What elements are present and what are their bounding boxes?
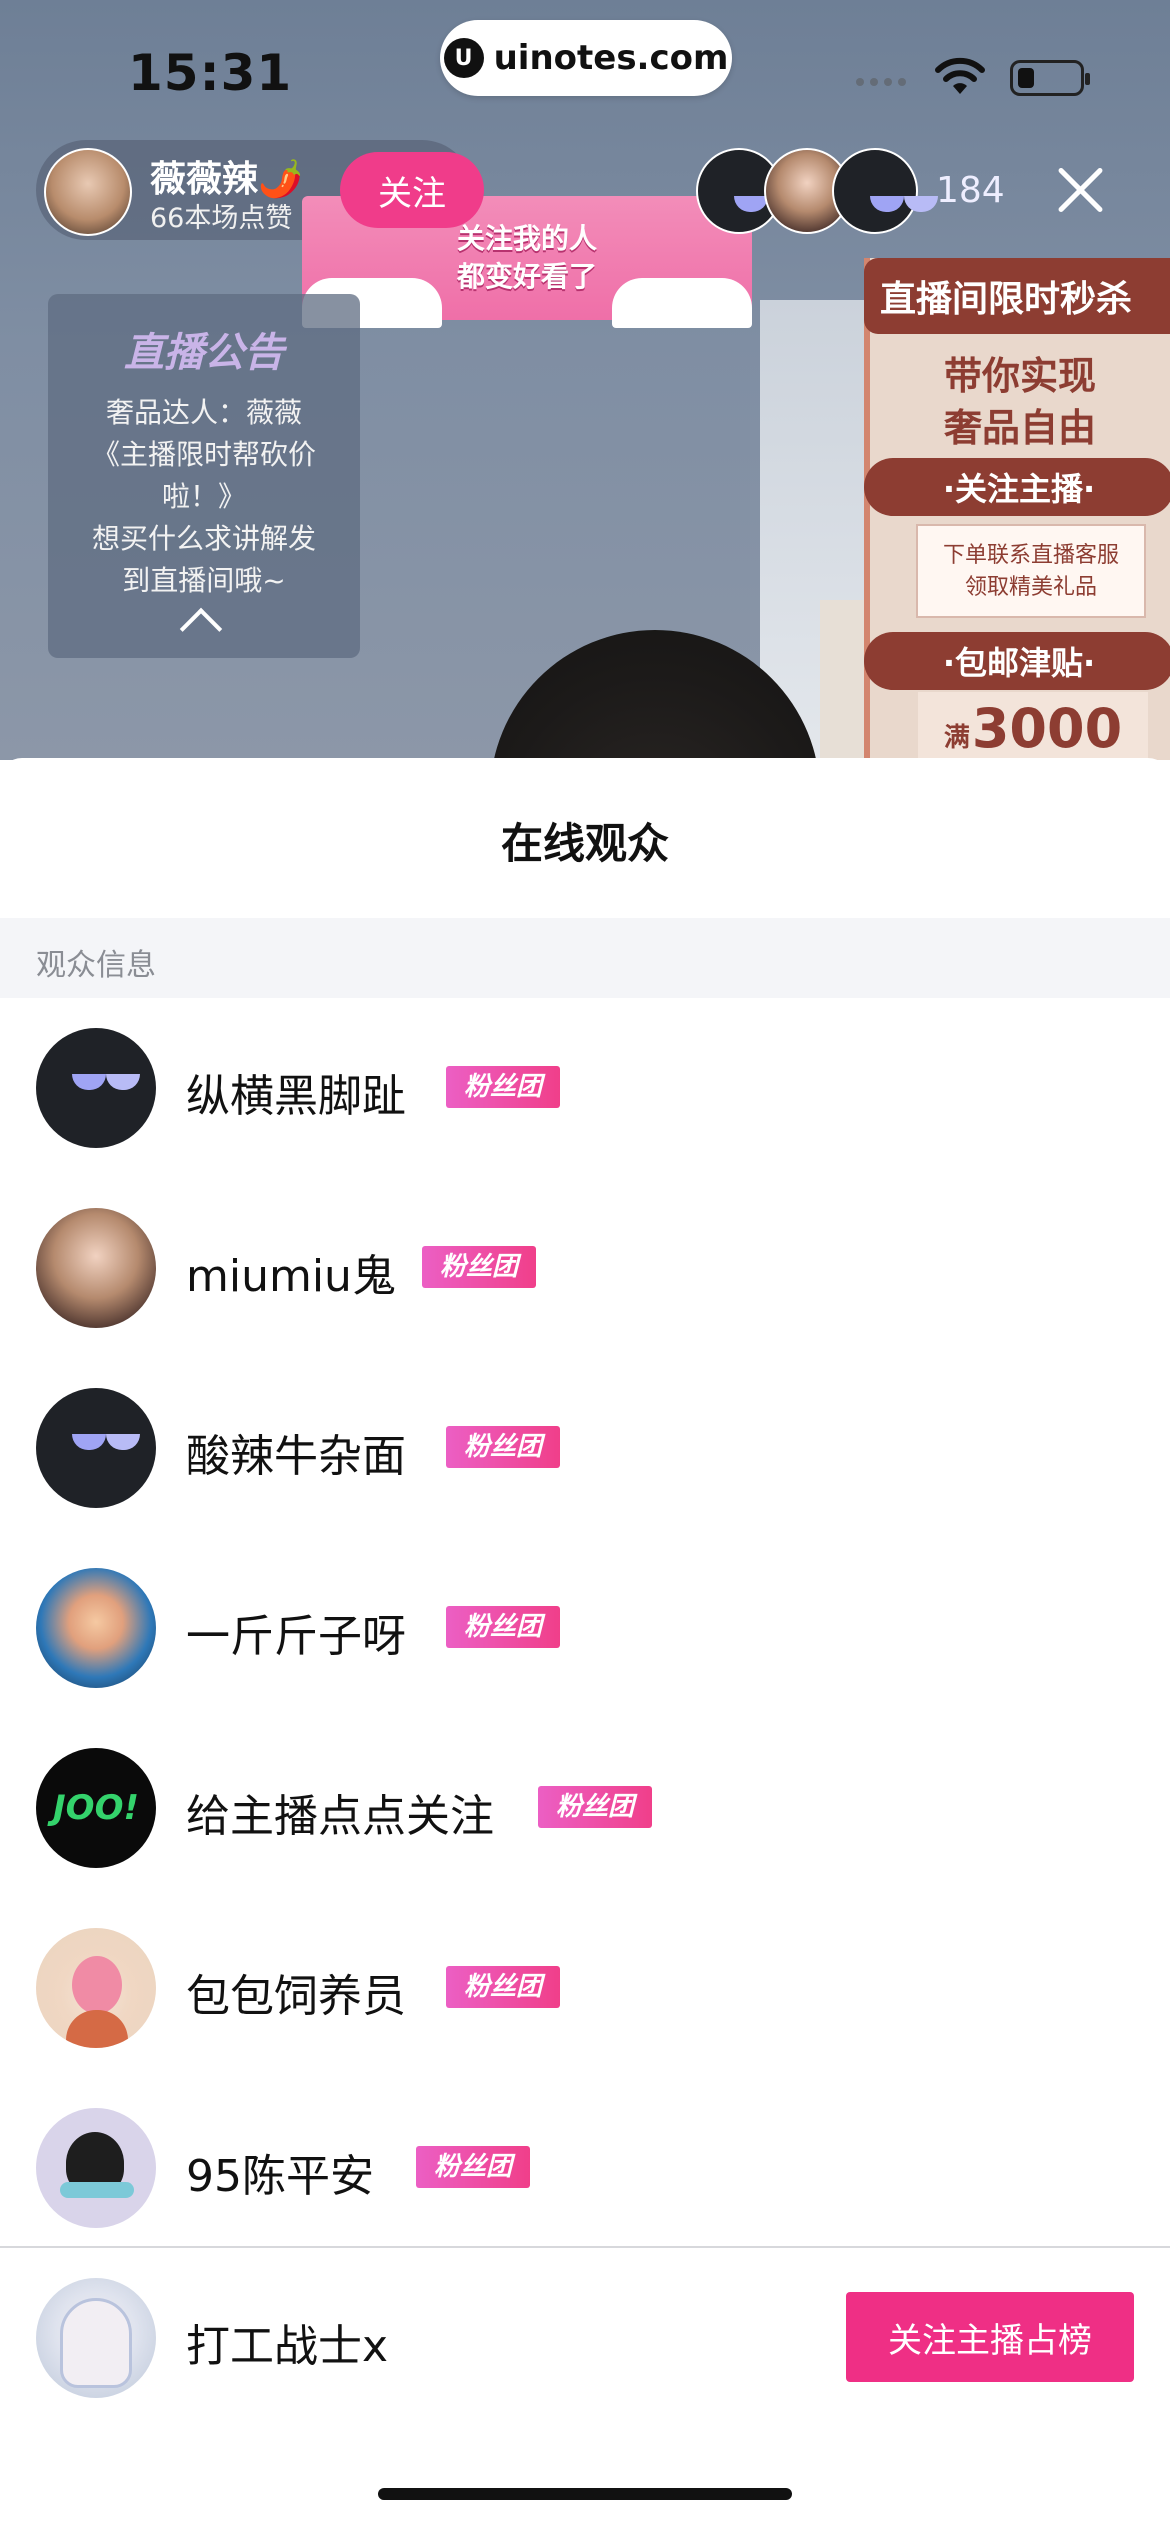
battery-icon (1010, 60, 1090, 96)
url-text: uinotes.com (493, 38, 729, 78)
self-avatar[interactable] (36, 2278, 156, 2398)
viewer-name: miumiu鬼 (186, 1251, 396, 1302)
top-viewers[interactable] (696, 148, 938, 236)
viewer-count[interactable]: 184 (936, 170, 1005, 211)
streamer-avatar[interactable] (44, 148, 132, 236)
viewer-name: 给主播点点关注 (186, 1791, 494, 1842)
woman-avatar[interactable] (36, 1208, 156, 1328)
close-icon[interactable] (1050, 160, 1110, 220)
list-item[interactable]: JOO! 给主播点点关注 粉丝团 (0, 1718, 1170, 1898)
promo-subtitle: 带你实现 奢品自由 (943, 354, 1096, 450)
live-stream-view: 15:31 U uinotes.com 薇薇辣🌶️ 66本场点赞 关注我的人 都… (0, 0, 1170, 760)
cloud-right (612, 278, 752, 328)
status-time: 15:31 (128, 44, 293, 102)
list-item[interactable]: 酸辣牛杂面 粉丝团 (0, 1358, 1170, 1538)
promo-shipping-pill: ·包邮津贴· (864, 632, 1170, 690)
promo-follow-pill: ·关注主播· (864, 458, 1170, 516)
list-item[interactable]: 包包饲养员 粉丝团 (0, 1898, 1170, 2078)
viewer-name: 一斤斤子呀 (186, 1611, 406, 1662)
self-name: 打工战士x (186, 2321, 389, 2372)
glasses-avatar[interactable] (36, 1388, 156, 1508)
top-viewer-avatar[interactable] (832, 148, 938, 234)
promo-price-prefix: 满 (943, 723, 970, 753)
glasses-avatar[interactable] (36, 1028, 156, 1148)
self-row: 打工战士x 关注主播占榜 (0, 2248, 1170, 2428)
fan-club-badge: 粉丝团 (538, 1786, 653, 1828)
list-item[interactable]: miumiu鬼 粉丝团 (0, 1178, 1170, 1358)
viewer-name: 纵横黑脚趾 (186, 1071, 406, 1122)
sheet-title: 在线观众 (500, 819, 669, 868)
section-label: 观众信息 (36, 948, 156, 983)
clown-avatar[interactable] (36, 1568, 156, 1688)
audience-sheet: 在线观众 观众信息 纵横黑脚趾 粉丝团 miumiu鬼 粉丝团 酸辣牛杂面 粉丝… (0, 758, 1170, 2532)
url-pill[interactable]: U uinotes.com (440, 20, 732, 96)
viewer-name: 95陈平安 (186, 2151, 374, 2202)
follow-button[interactable]: 关注 (340, 152, 484, 228)
fan-club-badge: 粉丝团 (422, 1246, 537, 1288)
streamer-name: 薇薇辣🌶️ (150, 159, 303, 200)
seal-avatar[interactable] (36, 2108, 156, 2228)
follow-banner-text: 关注我的人 都变好看了 (456, 222, 597, 293)
fan-club-badge: 粉丝团 (446, 1426, 561, 1468)
announcement-title: 直播公告 (124, 330, 284, 376)
fan-club-badge: 粉丝团 (446, 1966, 561, 2008)
list-item[interactable]: 一斤斤子呀 粉丝团 (0, 1538, 1170, 1718)
viewer-list: 纵横黑脚趾 粉丝团 miumiu鬼 粉丝团 酸辣牛杂面 粉丝团 一斤斤子呀 粉丝… (0, 998, 1170, 2258)
wifi-icon (935, 57, 985, 94)
list-item[interactable]: 纵横黑脚趾 粉丝团 (0, 998, 1170, 1178)
streamer-likes: 66本场点赞 (150, 203, 293, 234)
promo-header: 直播间限时秒杀 (864, 258, 1170, 334)
announcement-card[interactable]: 直播公告 奢品达人：薇薇 《主播限时帮砍价 啦！》 想买什么求讲解发 到直播间哦… (48, 294, 360, 658)
chevron-up-icon[interactable] (179, 607, 223, 651)
fan-club-badge: 粉丝团 (416, 2146, 531, 2188)
joo-avatar[interactable]: JOO! (36, 1748, 156, 1868)
cartoon-avatar[interactable] (36, 1928, 156, 2048)
promo-price-value: 3000 (971, 697, 1123, 760)
announcement-body: 奢品达人：薇薇 《主播限时帮砍价 啦！》 想买什么求讲解发 到直播间哦~ (91, 396, 316, 597)
viewer-name: 包包饲养员 (186, 1971, 406, 2022)
section-header: 观众信息 (0, 918, 1170, 998)
home-indicator[interactable] (378, 2488, 792, 2500)
site-logo-icon: U (443, 38, 484, 78)
signal-icon (856, 78, 906, 86)
fan-club-badge: 粉丝团 (446, 1066, 561, 1108)
promo-panel[interactable]: 直播间限时秒杀 带你实现 奢品自由 ·关注主播· 下单联系直播客服 领取精美礼品… (864, 258, 1170, 760)
follow-rank-button[interactable]: 关注主播占榜 (846, 2292, 1134, 2382)
viewer-name: 酸辣牛杂面 (186, 1431, 406, 1482)
list-item[interactable]: 95陈平安 粉丝团 (0, 2078, 1170, 2258)
promo-note: 下单联系直播客服 领取精美礼品 (916, 524, 1146, 618)
fan-club-badge: 粉丝团 (446, 1606, 561, 1648)
promo-price: 满 3000 (918, 692, 1148, 760)
